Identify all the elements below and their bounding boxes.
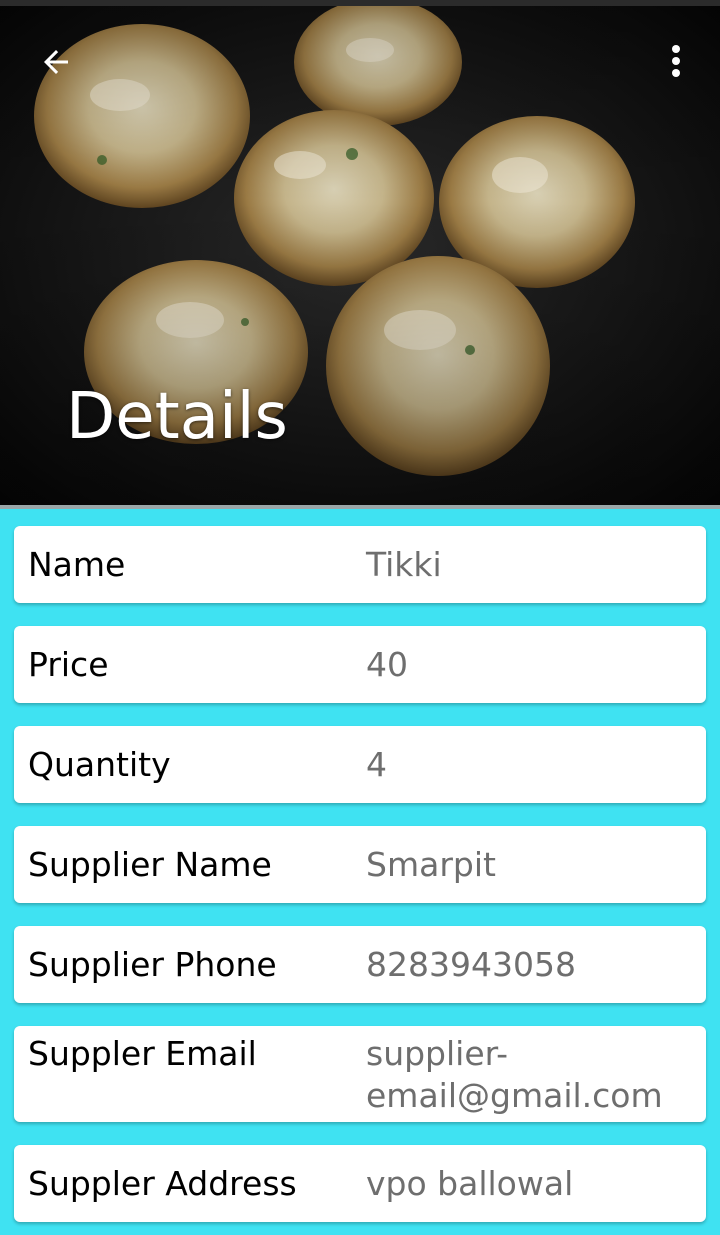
header-divider <box>0 505 720 509</box>
detail-card-supplier-address: Suppler Address vpo ballowal <box>14 1145 706 1222</box>
detail-card-supplier-name: Supplier Name Smarpit <box>14 826 706 903</box>
detail-label-supplier-email: Suppler Email <box>28 1034 257 1073</box>
detail-card-price: Price 40 <box>14 626 706 703</box>
detail-value-supplier-email-line2: email@gmail.com <box>366 1076 663 1115</box>
arrow-left-icon <box>44 50 68 74</box>
detail-card-name: Name Tikki <box>14 526 706 603</box>
detail-label-supplier-phone: Supplier Phone <box>28 945 277 984</box>
detail-label-price: Price <box>28 645 109 684</box>
detail-value-price: 40 <box>366 645 408 684</box>
header-image-area: Details <box>0 0 720 505</box>
detail-value-name: Tikki <box>366 545 442 584</box>
page-title: Details <box>66 380 288 454</box>
detail-card-supplier-email: Suppler Email supplier- email@gmail.com <box>14 1026 706 1122</box>
detail-value-quantity: 4 <box>366 745 387 784</box>
detail-value-supplier-phone: 8283943058 <box>366 945 576 984</box>
detail-label-name: Name <box>28 545 126 584</box>
detail-card-quantity: Quantity 4 <box>14 726 706 803</box>
detail-value-supplier-address: vpo ballowal <box>366 1164 574 1203</box>
more-options-button[interactable] <box>652 34 700 90</box>
more-vert-icon <box>672 45 680 77</box>
status-strip <box>0 0 720 6</box>
detail-value-supplier-name: Smarpit <box>366 845 496 884</box>
detail-label-quantity: Quantity <box>28 745 171 784</box>
detail-label-supplier-name: Supplier Name <box>28 845 272 884</box>
detail-label-supplier-address: Suppler Address <box>28 1164 297 1203</box>
back-button[interactable] <box>28 34 84 90</box>
detail-card-supplier-phone: Supplier Phone 8283943058 <box>14 926 706 1003</box>
detail-value-supplier-email-line1: supplier- <box>366 1034 509 1073</box>
